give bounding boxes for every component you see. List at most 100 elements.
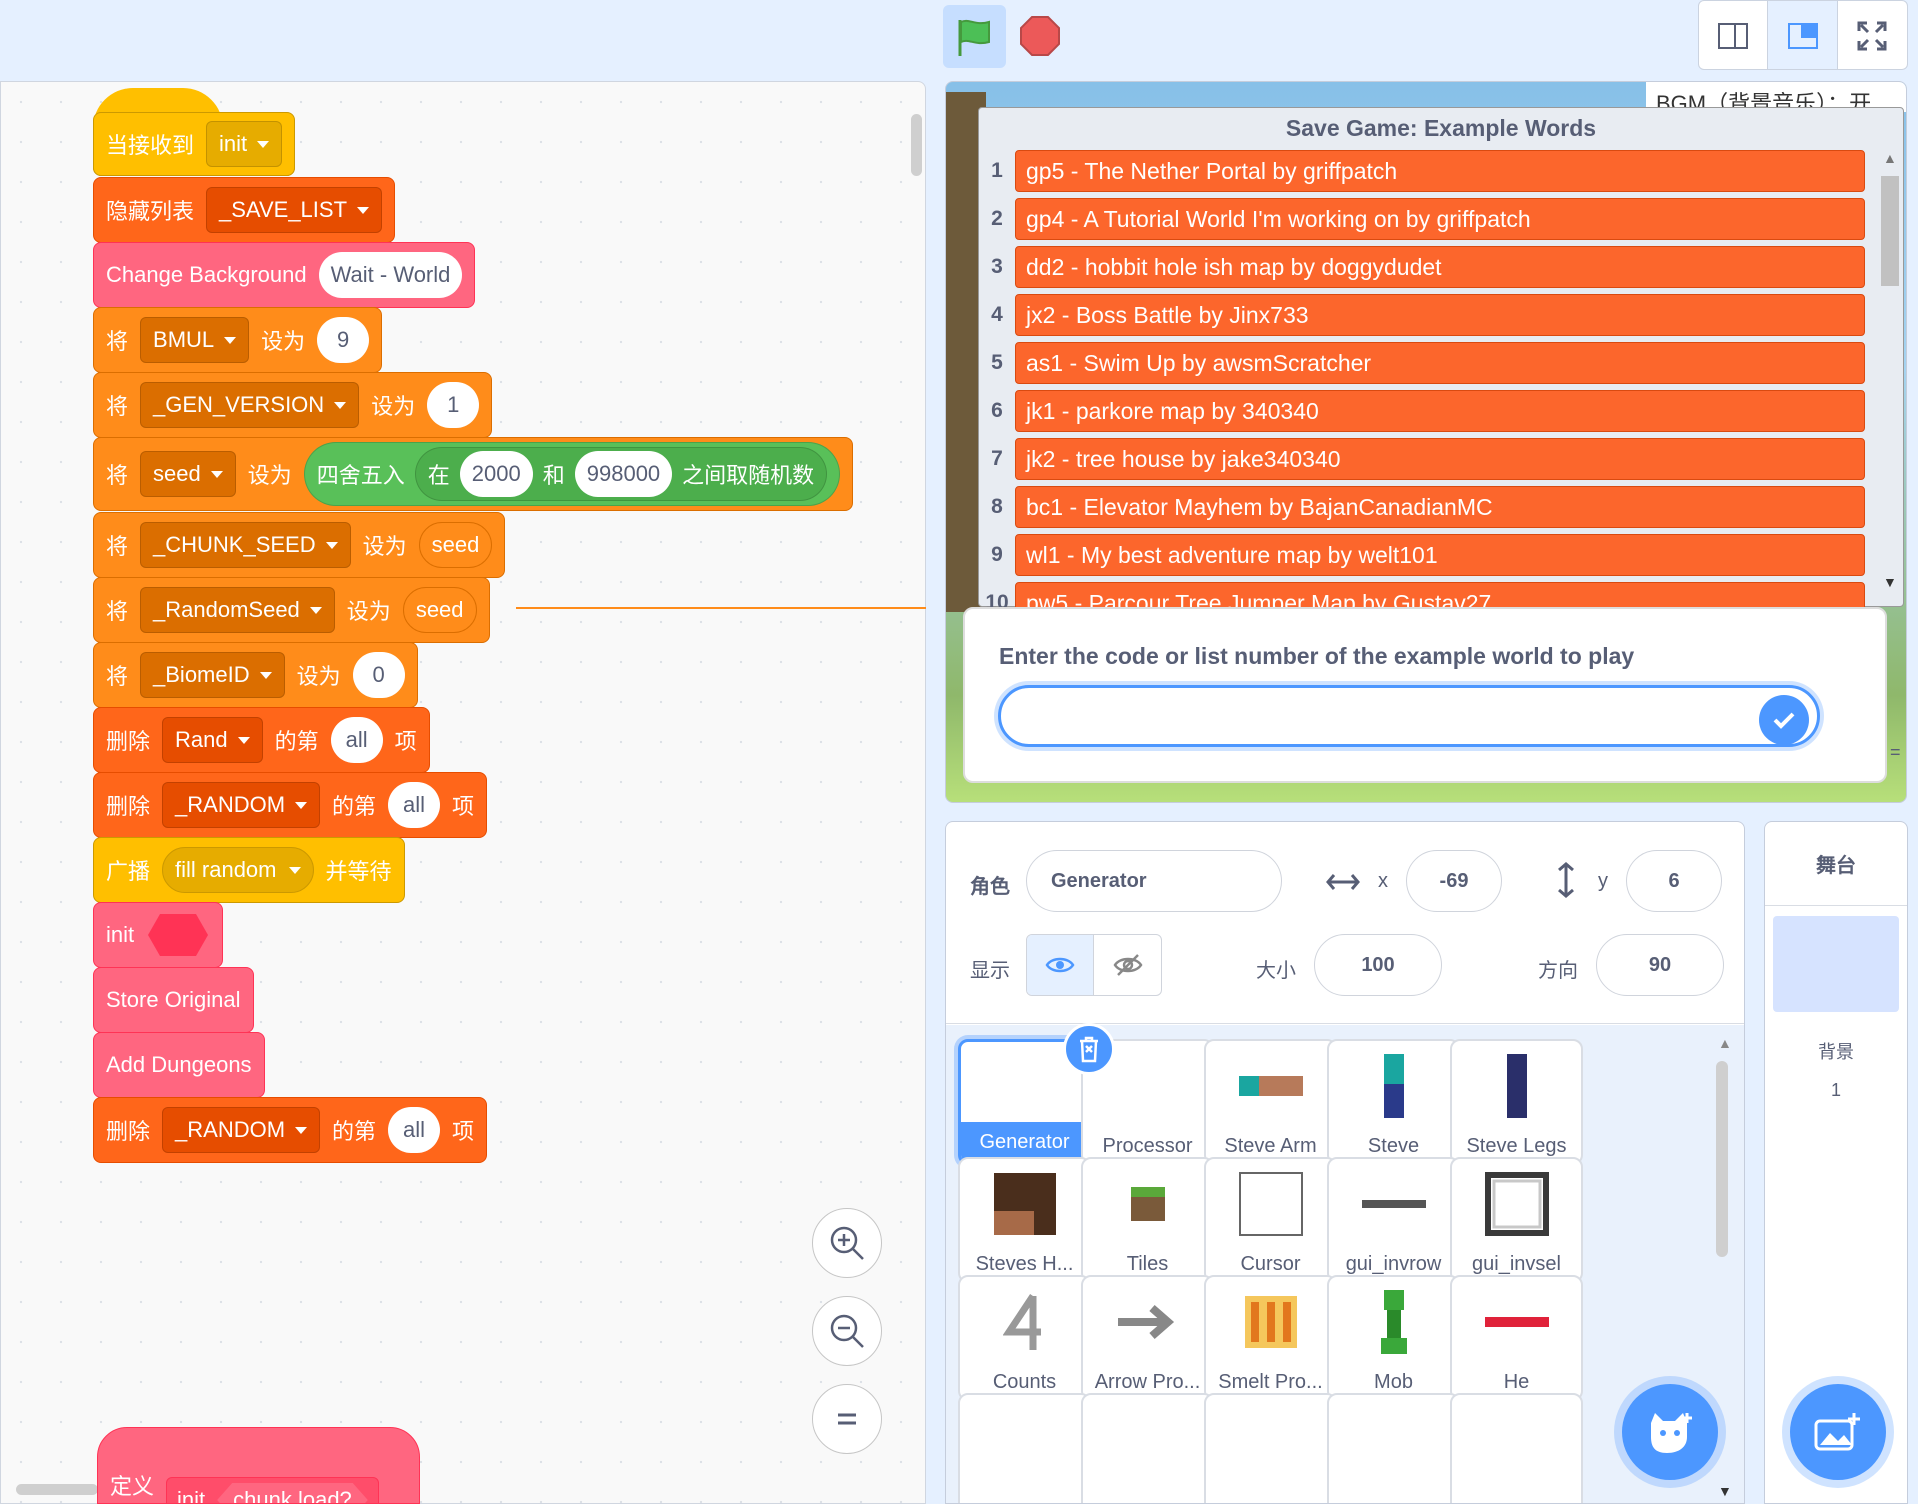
hide-list-block[interactable]: 隐藏列表 _SAVE_LIST	[93, 177, 396, 243]
list-item[interactable]: 2 gp4 - A Tutorial World I'm working on b…	[979, 196, 1865, 242]
choose-sprite-button[interactable]	[1622, 1384, 1718, 1480]
sprite-tile-tiles[interactable]: Tiles	[1081, 1157, 1214, 1283]
scroll-up-icon[interactable]: ▲	[1883, 150, 1897, 166]
store-original-block[interactable]: Store Original	[93, 967, 254, 1033]
sprite-name-input[interactable]: Generator	[1026, 850, 1282, 912]
stage-thumbnail[interactable]	[1773, 916, 1899, 1012]
small-stage-button[interactable]	[1699, 1, 1769, 69]
message-dropdown[interactable]: init	[206, 121, 283, 167]
when-i-receive-block-body[interactable]: 当接收到 init	[93, 112, 296, 176]
sprite-tile-steve-legs[interactable]: Steve Legs	[1450, 1039, 1583, 1165]
min-input[interactable]: 2000	[459, 451, 533, 497]
set-variable-block[interactable]: 将 _RandomSeed 设为 seed	[93, 577, 490, 643]
sprite-tile[interactable]	[1450, 1393, 1583, 1503]
set-variable-block[interactable]: 将 seed 设为 四舍五入 在 2000 和 998000 之间取随机数	[93, 437, 854, 511]
init-custom-block[interactable]: init	[93, 902, 224, 968]
sprite-tile-gui-invsel[interactable]: gui_invsel	[1450, 1157, 1583, 1283]
sprite-tile-steve[interactable]: Steve	[1327, 1039, 1460, 1165]
add-dungeons-block[interactable]: Add Dungeons	[93, 1032, 265, 1098]
seed-reporter[interactable]: seed	[418, 522, 493, 568]
list-item[interactable]: 10 pw5 - Parcour Tree Jumper Map by Gusta…	[979, 580, 1865, 608]
list-item[interactable]: 4 jx2 - Boss Battle by Jinx733	[979, 292, 1865, 338]
list-dropdown[interactable]: _RANDOM	[162, 1107, 321, 1153]
variable-dropdown[interactable]: _RandomSeed	[140, 587, 335, 633]
sprite-tile-gui-invrow[interactable]: gui_invrow	[1327, 1157, 1460, 1283]
list-value[interactable]: jx2 - Boss Battle by Jinx733	[1015, 294, 1865, 336]
size-input[interactable]: 100	[1314, 934, 1442, 996]
large-stage-button[interactable]	[1768, 1, 1838, 69]
delete-list-item-block[interactable]: 删除 Rand 的第 all 项	[93, 707, 430, 773]
item-input[interactable]: all	[330, 717, 383, 763]
fullscreen-button[interactable]	[1838, 1, 1907, 69]
list-value[interactable]: gp5 - The Nether Portal by griffpatch	[1015, 150, 1865, 192]
workspace-horizontal-scrollbar[interactable]	[16, 1484, 98, 1495]
max-input[interactable]: 998000	[574, 451, 673, 497]
list-item[interactable]: 7 jk2 - tree house by jake340340	[979, 436, 1865, 482]
variable-dropdown[interactable]: _BiomeID	[140, 652, 285, 698]
list-value[interactable]: jk1 - parkore map by 340340	[1015, 390, 1865, 432]
list-dropdown[interactable]: _SAVE_LIST	[206, 187, 383, 233]
delete-list-item-block[interactable]: 删除 _RANDOM 的第 all 项	[93, 1097, 488, 1163]
list-item[interactable]: 3 dd2 - hobbit hole ish map by doggydudet	[979, 244, 1865, 290]
sprite-tile-arrow-pro[interactable]: Arrow Pro...	[1081, 1275, 1214, 1401]
define-block[interactable]: 定义 init chunk load?	[97, 1427, 420, 1504]
sprite-tile-smelt-pro[interactable]: Smelt Pro...	[1204, 1275, 1337, 1401]
set-variable-block[interactable]: 将 _GEN_VERSION 设为 1	[93, 372, 493, 438]
message-dropdown[interactable]: fill random	[162, 847, 314, 893]
value-input[interactable]: 9	[317, 317, 370, 363]
scroll-up-icon[interactable]: ▲	[1718, 1035, 1732, 1051]
choose-backdrop-button[interactable]	[1790, 1384, 1886, 1480]
list-value[interactable]: as1 - Swim Up by awsmScratcher	[1015, 342, 1865, 384]
list-value[interactable]: wl1 - My best adventure map by welt101	[1015, 534, 1865, 576]
round-reporter[interactable]: 四舍五入 在 2000 和 998000 之间取随机数	[303, 442, 841, 506]
item-input[interactable]: all	[388, 782, 441, 828]
item-input[interactable]: all	[388, 1107, 441, 1153]
zoom-in-button[interactable]	[812, 1208, 882, 1278]
change-background-block[interactable]: Change Background Wait - World	[93, 242, 476, 308]
y-input[interactable]: 6	[1626, 850, 1722, 912]
list-item[interactable]: 9 wl1 - My best adventure map by welt101	[979, 532, 1865, 578]
delete-sprite-button[interactable]	[1063, 1023, 1115, 1075]
sprite-tile-cursor[interactable]: Cursor	[1204, 1157, 1337, 1283]
delete-list-item-block[interactable]: 删除 _RANDOM 的第 all 项	[93, 772, 488, 838]
variable-dropdown[interactable]: _GEN_VERSION	[140, 382, 360, 428]
set-variable-block[interactable]: 将 _CHUNK_SEED 设为 seed	[93, 512, 506, 578]
list-item[interactable]: 1 gp5 - The Nether Portal by griffpatch	[979, 148, 1865, 194]
list-resize-handle[interactable]: =	[1890, 742, 1901, 763]
stop-button[interactable]	[1018, 14, 1062, 58]
x-input[interactable]: -69	[1406, 850, 1502, 912]
value-input[interactable]: 0	[352, 652, 405, 698]
list-dropdown[interactable]: Rand	[162, 717, 263, 763]
sprite-tile[interactable]	[1204, 1393, 1337, 1503]
prototype-block[interactable]: init chunk load?	[166, 1477, 379, 1503]
workspace-vertical-scrollbar[interactable]	[911, 114, 922, 176]
list-value[interactable]: dd2 - hobbit hole ish map by doggydudet	[1015, 246, 1865, 288]
submit-answer-button[interactable]	[1759, 695, 1809, 745]
sprite-list-scrollbar[interactable]	[1716, 1061, 1728, 1257]
list-value[interactable]: gp4 - A Tutorial World I'm working on by…	[1015, 198, 1865, 240]
sprite-tile[interactable]	[1327, 1393, 1460, 1503]
list-item[interactable]: 5 as1 - Swim Up by awsmScratcher	[979, 340, 1865, 386]
answer-input[interactable]	[998, 685, 1820, 747]
boolean-argument[interactable]: chunk load?	[217, 1483, 368, 1503]
scroll-down-icon[interactable]: ▼	[1883, 574, 1897, 590]
show-sprite-button[interactable]	[1027, 935, 1094, 995]
sprite-tile[interactable]	[958, 1393, 1091, 1503]
hide-sprite-button[interactable]	[1094, 935, 1161, 995]
variable-dropdown[interactable]: BMUL	[140, 317, 250, 363]
set-variable-block[interactable]: 将 BMUL 设为 9	[93, 307, 383, 373]
sprite-tile-steves-head[interactable]: Steves H...	[958, 1157, 1091, 1283]
sprite-tile-counts[interactable]: Counts	[958, 1275, 1091, 1401]
list-item[interactable]: 8 bc1 - Elevator Mayhem by BajanCanadianM…	[979, 484, 1865, 530]
variable-dropdown[interactable]: _CHUNK_SEED	[140, 522, 351, 568]
green-flag-button[interactable]	[943, 5, 1006, 68]
direction-input[interactable]: 90	[1596, 934, 1724, 996]
value-input[interactable]: 1	[427, 382, 480, 428]
list-scrollbar[interactable]: ▲ ▼	[1879, 150, 1901, 590]
sprite-tile-mob[interactable]: Mob	[1327, 1275, 1460, 1401]
variable-dropdown[interactable]: seed	[140, 451, 236, 497]
scroll-thumb[interactable]	[1881, 176, 1899, 286]
list-value[interactable]: pw5 - Parcour Tree Jumper Map by Gustav2…	[1015, 582, 1865, 608]
sprite-tile[interactable]	[1081, 1393, 1214, 1503]
zoom-reset-button[interactable]	[812, 1384, 882, 1454]
